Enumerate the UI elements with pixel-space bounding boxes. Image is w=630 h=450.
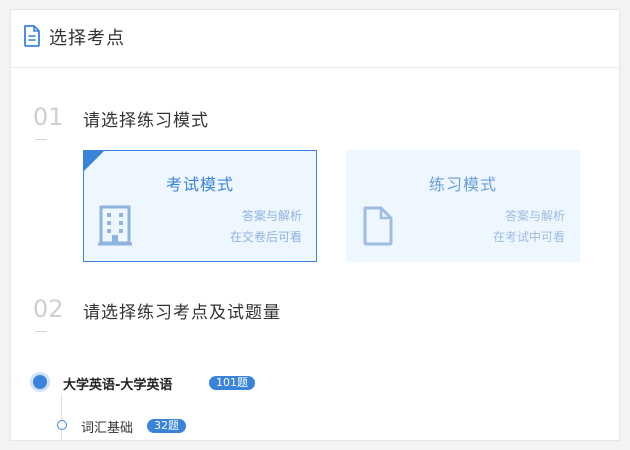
file-icon xyxy=(363,206,393,246)
practice-answer-timing: 在考试中可看 xyxy=(492,230,565,244)
step-number-2: 02 xyxy=(33,295,64,323)
topic-count-badge: 101题 xyxy=(209,376,255,390)
exam-answer-note: 答案与解析 xyxy=(241,209,302,223)
subtopic-item[interactable]: 词汇基础 32题 xyxy=(57,417,357,437)
topic-item[interactable]: 大学英语-大学英语 101题 xyxy=(33,373,593,395)
topic-selected-dot xyxy=(33,375,47,389)
practice-mode-title: 练习模式 xyxy=(428,175,497,194)
step-divider-1 xyxy=(35,139,47,140)
exam-mode-card[interactable]: 考试模式 答案与解析 在交卷后可看 xyxy=(83,150,317,262)
exam-mode-title: 考试模式 xyxy=(165,175,234,194)
panel-header: 选择考点 xyxy=(11,10,619,68)
step-number-1: 01 xyxy=(33,103,64,131)
topic-name: 大学英语-大学英语 xyxy=(63,378,173,393)
selected-corner-marker xyxy=(83,150,105,172)
step-title-2: 请选择练习考点及试题量 xyxy=(83,303,281,323)
practice-answer-note: 答案与解析 xyxy=(504,209,565,223)
exam-answer-timing: 在交卷后可看 xyxy=(229,230,302,244)
subtopic-radio[interactable] xyxy=(57,420,67,430)
step-divider-2 xyxy=(35,331,47,332)
step-title-1: 请选择练习模式 xyxy=(83,111,209,131)
building-icon xyxy=(98,205,132,246)
document-icon xyxy=(24,25,40,47)
page-title: 选择考点 xyxy=(49,28,125,49)
practice-mode-card[interactable]: 练习模式 答案与解析 在考试中可看 xyxy=(346,150,580,262)
subtopic-count-badge: 32题 xyxy=(147,419,186,433)
select-topic-panel: 选择考点 01 请选择练习模式 考试模式 答案与解析 在交卷后可看 练习模式 答… xyxy=(10,9,620,441)
subtopic-name: 词汇基础 xyxy=(81,421,134,436)
